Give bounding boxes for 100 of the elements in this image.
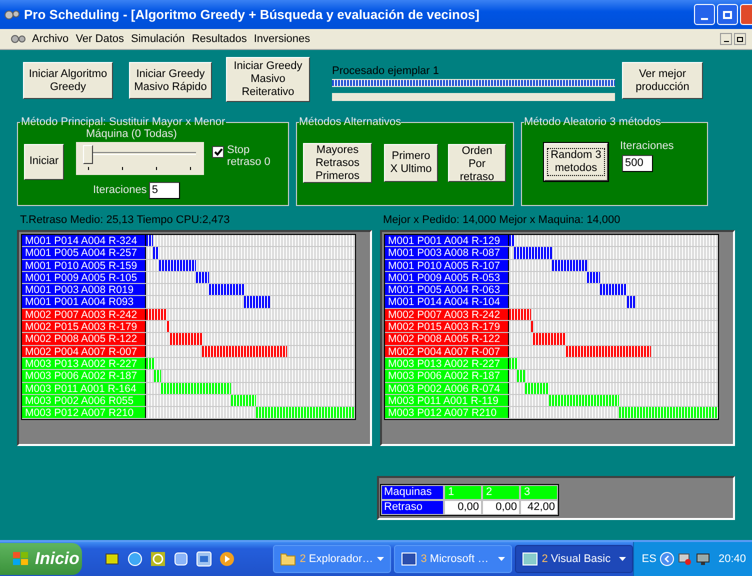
caret-icon	[498, 557, 505, 561]
random-button[interactable]: Random 3 metodos	[544, 142, 608, 180]
task-label: M003 P002 A006 R-074	[385, 382, 509, 394]
iterations-field[interactable]: 5	[148, 182, 180, 198]
task-label: M001 P014 A004 R-104	[385, 296, 509, 308]
method-button[interactable]: Primero X Ultimo	[384, 144, 438, 182]
menu-item[interactable]: Simulación	[131, 30, 185, 48]
table-cell: 0,00	[444, 500, 482, 515]
iterations-label: Iteraciones	[620, 138, 674, 154]
task-label: M003 P013 A002 R-227	[385, 358, 509, 370]
task-label: M001 P005 A004 R-257	[22, 247, 146, 259]
task-label: Microsoft …	[430, 552, 489, 567]
task-label: M001 P009 A005 R-105	[22, 272, 146, 284]
globe-icon[interactable]	[126, 551, 143, 567]
close-button[interactable]	[740, 4, 752, 25]
action-button[interactable]: Iniciar Algoritmo Greedy	[23, 62, 113, 99]
task-label: M002 P008 A005 R-122	[22, 333, 146, 345]
task-label: M001 P009 A005 R-053	[385, 272, 509, 284]
table-header: 2	[482, 485, 520, 500]
task-label: M003 P006 A002 R-187	[385, 370, 509, 382]
table-header: Maquinas	[381, 485, 444, 500]
task-count: 2	[542, 552, 548, 567]
task-label: M001 P005 A004 R-063	[385, 284, 509, 296]
task-label: M001 P001 A004 R-129	[385, 235, 509, 246]
task-label: M001 P003 A008 R-087	[385, 247, 509, 259]
restore-button[interactable]	[717, 4, 738, 25]
task-label: M001 P003 A008 R019	[22, 284, 146, 296]
minimize-icon[interactable]	[720, 33, 732, 45]
table-header: 1	[444, 485, 482, 500]
machine-slider[interactable]	[76, 142, 204, 174]
task-label: Visual Basic	[550, 552, 611, 567]
checkbox-label: Stop retraso 0	[227, 144, 272, 168]
iterations-label: Iteraciones	[93, 182, 147, 198]
windows-logo-icon	[12, 551, 30, 567]
task-label: M002 P004 A007 R-007	[22, 346, 146, 357]
task-button[interactable]: 3 Microsoft …	[394, 545, 512, 573]
minimize-button[interactable]	[694, 4, 715, 25]
grid-icon[interactable]	[104, 551, 120, 567]
task-label: M002 P008 A005 R-122	[385, 333, 509, 345]
task-button[interactable]: 2 Explorador…	[272, 545, 391, 573]
task-label: M003 P012 A007 R210	[22, 407, 146, 418]
document-icon	[522, 552, 538, 566]
monitor-icon[interactable]	[696, 552, 710, 566]
task-label: M003 P012 A007 R210	[385, 407, 509, 418]
menu-item[interactable]: Archivo	[32, 30, 69, 48]
task-label: M001 P010 A005 R-107	[385, 260, 509, 271]
task-label: Explorador…	[308, 552, 374, 567]
progress-label: Procesado ejemplar 1	[332, 65, 440, 77]
clock: 20:40	[718, 552, 746, 567]
task-label: M001 P014 A004 R-324	[22, 235, 146, 246]
task-label: M003 P011 A001 R-119	[385, 394, 509, 406]
table-cell: 42,00	[520, 500, 558, 515]
summary-text: T.Retraso Medio: 25,13 Tiempo CPU:2,473	[19, 213, 231, 228]
task-label: M003 P013 A002 R-227	[22, 358, 146, 370]
task-button[interactable]: 2 Visual Basic	[514, 545, 633, 573]
clock-icon[interactable]	[150, 551, 166, 567]
table-header: 3	[520, 485, 558, 500]
checkbox[interactable]	[212, 146, 224, 158]
best-production-button[interactable]: Ver mejor producción	[622, 62, 703, 99]
summary-text: Mejor x Pedido: 14,000 Mejor x Maquina: 14,000	[382, 213, 622, 228]
window-title: Pro Scheduling - [Algoritmo Greedy + Búsqueda y evaluación de vecinos]	[24, 6, 480, 24]
language-indicator[interactable]: ES	[642, 550, 656, 568]
method-button[interactable]: Mayores Retrasos Primeros	[303, 142, 372, 182]
chevron-icon[interactable]	[660, 552, 674, 566]
menu-item[interactable]: Ver Datos	[76, 30, 124, 48]
slider-thumb[interactable]	[83, 144, 93, 164]
task-label: M002 P007 A003 R-242	[22, 308, 146, 320]
gears-icon	[4, 8, 20, 20]
task-label: M003 P011 A001 R-164	[22, 382, 146, 394]
task-label: M002 P004 A007 R-007	[385, 346, 509, 357]
network-icon[interactable]	[678, 552, 692, 566]
task-label: M002 P007 A003 R-242	[385, 308, 509, 320]
action-button[interactable]: Iniciar Greedy Masivo Reiterativo	[226, 57, 310, 102]
iterations-field[interactable]: 500	[622, 155, 653, 172]
task-bar	[244, 296, 270, 308]
task-label: M001 P001 A004 R093	[22, 296, 146, 308]
check-icon	[214, 148, 222, 156]
app-icon[interactable]	[172, 551, 189, 567]
table-cell: 0,00	[482, 500, 520, 515]
menu-item[interactable]: Resultados	[192, 30, 247, 48]
slider-label: Máquina (0 Todas)	[86, 128, 178, 140]
gears-icon	[10, 34, 26, 44]
action-button[interactable]: Iniciar Greedy Masivo Rápido	[129, 62, 212, 99]
task-count: 3	[420, 552, 427, 567]
restore-icon[interactable]	[734, 33, 746, 45]
table-header: Retraso	[381, 500, 444, 515]
task-label: M003 P002 A006 R055	[22, 394, 146, 406]
method-button[interactable]: Orden Por retraso	[448, 144, 506, 182]
task-count: 2	[300, 552, 306, 567]
task-label: M002 P015 A003 R-179	[385, 321, 509, 332]
task-label: M003 P006 A002 R-187	[22, 370, 146, 382]
task-label: M002 P015 A003 R-179	[22, 321, 146, 332]
window-icon[interactable]	[196, 551, 212, 567]
task-label: M001 P010 A005 R-159	[22, 260, 146, 271]
menu-item[interactable]: Inversiones	[254, 30, 310, 48]
start-button[interactable]: Iniciar	[24, 144, 64, 180]
caret-icon	[618, 557, 626, 561]
folder-icon	[280, 552, 296, 566]
caret-icon	[376, 557, 384, 561]
play-icon[interactable]	[218, 551, 235, 567]
